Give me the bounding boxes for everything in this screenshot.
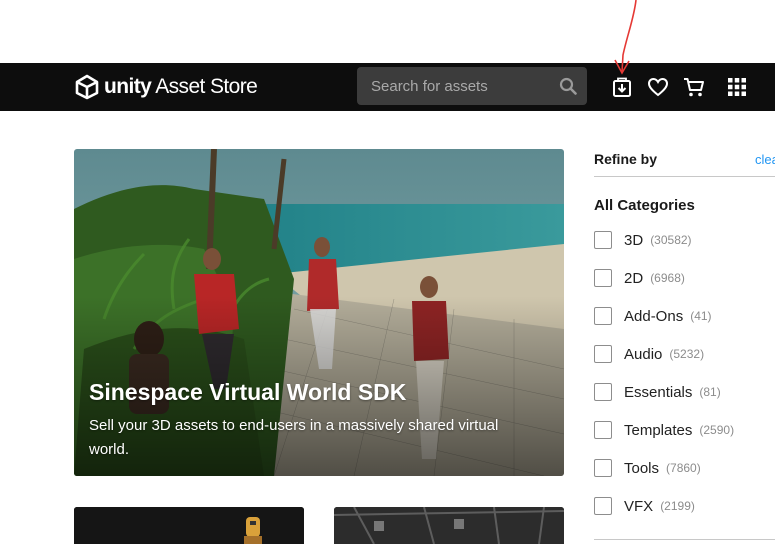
category-filter-add-ons[interactable]: Add-Ons (41) (594, 305, 775, 327)
unity-asset-store-logo[interactable]: unity Asset Store (74, 74, 258, 100)
category-filter-3d[interactable]: 3D (30582) (594, 229, 775, 251)
unity-logo-icon (75, 74, 99, 100)
category-filter-audio[interactable]: Audio (5232) (594, 343, 775, 365)
category-count: (41) (690, 309, 712, 323)
category-filter-tools[interactable]: Tools (7860) (594, 457, 775, 479)
category-count: (30582) (650, 233, 692, 247)
wishlist-heart-icon (647, 77, 669, 97)
refine-by-label: Refine by (594, 151, 658, 167)
asset-card[interactable] (334, 507, 564, 544)
category-name: 3D (624, 231, 644, 249)
sidebar-divider (594, 176, 775, 177)
category-count: (81) (699, 385, 721, 399)
category-name: Tools (624, 459, 660, 477)
sidebar-divider (594, 539, 775, 540)
apps-menu-button[interactable] (726, 76, 748, 98)
downloads-icon (613, 77, 631, 97)
category-checkbox[interactable] (594, 421, 612, 439)
categories-heading: All Categories (594, 197, 695, 214)
category-checkbox[interactable] (594, 345, 612, 363)
asset-card-thumbnail (334, 507, 564, 544)
category-count: (2590) (699, 423, 735, 437)
category-filter-2d[interactable]: 2D (6968) (594, 267, 775, 289)
wishlist-button[interactable] (647, 76, 669, 98)
category-checkbox[interactable] (594, 307, 612, 325)
clear-filters-link[interactable]: clear (755, 152, 775, 167)
logo-product: Asset Store (155, 75, 258, 98)
category-filter-essentials[interactable]: Essentials (81) (594, 381, 775, 403)
top-navigation-bar: unity Asset Store (0, 63, 775, 111)
category-name: Add-Ons (624, 307, 684, 325)
logo-brand: unity (104, 75, 152, 98)
search-box (357, 67, 587, 105)
featured-hero-banner[interactable]: Sinespace Virtual World SDK Sell your 3D… (74, 149, 564, 476)
search-icon[interactable] (559, 77, 577, 95)
category-name: Essentials (624, 383, 693, 401)
search-input[interactable] (357, 67, 547, 105)
category-checkbox[interactable] (594, 459, 612, 477)
category-checkbox[interactable] (594, 269, 612, 287)
category-checkbox[interactable] (594, 497, 612, 515)
hero-subtitle: Sell your 3D assets to end-users in a ma… (89, 417, 499, 458)
category-name: 2D (624, 269, 644, 287)
category-checkbox[interactable] (594, 231, 612, 249)
category-name: VFX (624, 497, 654, 515)
category-filter-vfx[interactable]: VFX (2199) (594, 495, 775, 517)
category-filter-templates[interactable]: Templates (2590) (594, 419, 775, 441)
asset-store-page: unity Asset Store Search for assets Sine… (0, 0, 775, 544)
category-count: (7860) (666, 461, 701, 475)
category-checkbox[interactable] (594, 383, 612, 401)
asset-card[interactable] (74, 507, 304, 544)
downloads-button[interactable] (611, 76, 633, 98)
category-count: (6968) (650, 271, 685, 285)
category-count: (5232) (669, 347, 705, 361)
logo-wordmark: unity Asset Store (104, 75, 258, 99)
category-name: Templates (624, 421, 693, 439)
cart-button[interactable] (683, 76, 705, 98)
hero-title: Sinespace Virtual World SDK (89, 379, 407, 405)
apps-grid-icon (728, 78, 746, 96)
cart-icon (684, 78, 704, 97)
category-count: (2199) (660, 499, 695, 513)
category-name: Audio (624, 345, 663, 363)
asset-card-thumbnail (74, 507, 304, 544)
